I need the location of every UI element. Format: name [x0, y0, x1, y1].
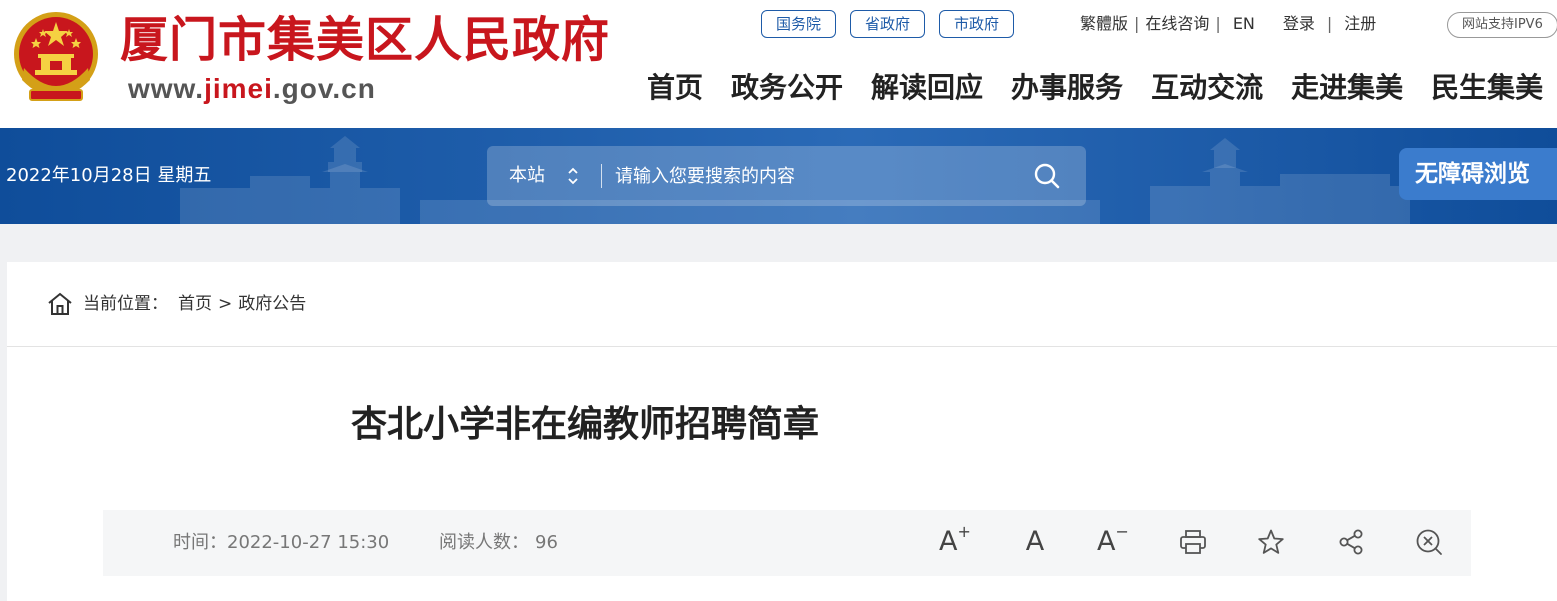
font-reset-icon[interactable]: A — [1019, 526, 1051, 558]
nav-item-services[interactable]: 办事服务 — [1011, 66, 1123, 110]
font-enlarge-icon[interactable]: A + — [939, 522, 971, 558]
read-count: 阅读人数： 96 — [439, 531, 558, 555]
breadcrumb: 当前位置： 首页 > 政府公告 — [47, 292, 306, 316]
current-date: 2022年10月28日 星期五 — [6, 165, 212, 186]
article-meta-bar: 时间：2022-10-27 15:30 阅读人数： 96 A + A A − — [103, 510, 1471, 576]
star-icon[interactable] — [1255, 526, 1287, 558]
search-input[interactable] — [615, 161, 1015, 191]
article-title: 杏北小学非在编教师招聘简章 — [350, 404, 819, 445]
search-banner: 2022年10月28日 星期五 本站 无障碍浏览 — [0, 128, 1557, 224]
breadcrumb-divider — [7, 346, 1557, 347]
publish-time-label: 时间： — [173, 532, 227, 553]
site-name: 厦门市集美区人民政府 — [120, 12, 611, 68]
article-panel: 当前位置： 首页 > 政府公告 杏北小学非在编教师招聘简章 时间：2022-10… — [7, 262, 1557, 601]
site-url-suffix: .gov.cn — [272, 73, 376, 104]
online-consult-link[interactable]: 在线咨询 — [1145, 12, 1209, 36]
gov-link-province[interactable]: 省政府 — [850, 10, 926, 38]
breadcrumb-prefix: 当前位置： — [83, 294, 168, 314]
site-url-accent: jimei — [204, 73, 273, 104]
national-emblem-icon[interactable] — [10, 8, 102, 106]
chevron-updown-icon[interactable] — [567, 166, 579, 186]
english-link[interactable]: EN — [1233, 12, 1255, 36]
read-count-value: 96 — [535, 532, 558, 553]
nav-item-interaction[interactable]: 互动交流 — [1151, 66, 1263, 110]
separator: | — [1134, 14, 1140, 33]
nav-item-livelihood[interactable]: 民生集美 — [1431, 66, 1543, 110]
nav-item-gov-affairs[interactable]: 政务公开 — [731, 66, 843, 110]
gov-links: 国务院 省政府 市政府 — [761, 10, 1015, 38]
breadcrumb-separator: > — [218, 294, 233, 314]
search-box: 本站 — [487, 146, 1086, 206]
site-url: www.jimei.gov.cn — [128, 72, 376, 106]
login-link[interactable]: 登录 — [1283, 12, 1315, 36]
separator: | — [1326, 14, 1333, 33]
separator: | — [1215, 14, 1221, 33]
traditional-chinese-link[interactable]: 繁體版 — [1080, 12, 1128, 36]
register-link[interactable]: 注册 — [1344, 12, 1376, 36]
publish-time: 时间：2022-10-27 15:30 — [173, 531, 389, 555]
breadcrumb-home-link[interactable]: 首页 — [178, 292, 212, 316]
print-icon[interactable] — [1177, 526, 1209, 558]
main-nav: 首页 政务公开 解读回应 办事服务 互动交流 走进集美 民生集美 — [647, 66, 1557, 110]
search-icon[interactable] — [1033, 162, 1061, 190]
nav-item-home[interactable]: 首页 — [647, 66, 703, 110]
font-reduce-icon[interactable]: A − — [1097, 522, 1129, 558]
search-divider — [601, 164, 602, 188]
share-icon[interactable] — [1335, 526, 1367, 558]
site-url-prefix: www. — [128, 73, 205, 104]
gov-link-city[interactable]: 市政府 — [939, 10, 1015, 38]
search-scope-select[interactable]: 本站 — [509, 162, 545, 190]
nav-item-interpretation[interactable]: 解读回应 — [871, 66, 983, 110]
top-links: 繁體版 | 在线咨询 | EN 登录 | 注册 — [1080, 12, 1376, 36]
accessible-browse-button[interactable]: 无障碍浏览 — [1399, 148, 1557, 200]
zoom-out-icon[interactable] — [1413, 526, 1445, 558]
nav-item-about-jimei[interactable]: 走进集美 — [1291, 66, 1403, 110]
publish-time-value: 2022-10-27 15:30 — [227, 532, 390, 553]
read-count-label: 阅读人数： — [439, 532, 529, 553]
breadcrumb-current[interactable]: 政府公告 — [238, 292, 306, 316]
site-header: 厦门市集美区人民政府 www.jimei.gov.cn 国务院 省政府 市政府 … — [0, 0, 1557, 128]
gov-link-state-council[interactable]: 国务院 — [761, 10, 837, 38]
ipv6-badge: 网站支持IPV6 — [1447, 12, 1557, 38]
home-icon — [48, 292, 72, 315]
